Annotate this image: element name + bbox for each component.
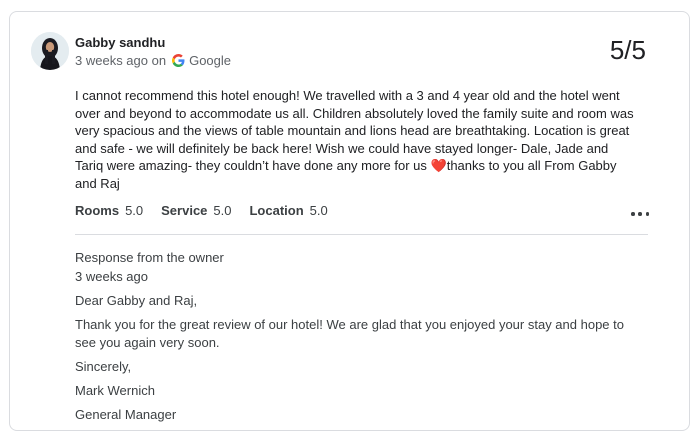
response-closing: Sincerely, — [75, 359, 132, 374]
subrating-location: Location 5.0 — [249, 203, 327, 218]
reviewer-avatar[interactable] — [31, 32, 69, 70]
more-options-button[interactable] — [631, 208, 649, 220]
review-time: 3 weeks ago on — [75, 53, 167, 68]
subrating-label: Location — [249, 203, 304, 218]
response-body: Thank you for the great review of our ho… — [75, 317, 624, 350]
review-source[interactable]: Google — [189, 53, 231, 68]
subrating-label: Service — [161, 203, 208, 218]
subrating-label: Rooms — [75, 203, 120, 218]
review-text: I cannot recommend this hotel enough! We… — [75, 87, 635, 192]
review-rating: 5/5 — [609, 35, 646, 65]
response-signer-name: Mark Wernich — [75, 383, 155, 398]
reviewer-name[interactable]: Gabby sandhu — [75, 35, 165, 50]
response-time: 3 weeks ago — [75, 269, 148, 284]
avatar-photo — [31, 32, 69, 70]
heart-icon: ❤️ — [430, 158, 447, 173]
review-card: Gabby sandhu 3 weeks ago on Google 5/5 I… — [9, 11, 690, 431]
owner-response: Response from the owner 3 weeks ago Dear… — [75, 249, 645, 430]
more-horizontal-icon — [645, 212, 649, 216]
more-horizontal-icon — [631, 212, 635, 216]
google-g-icon — [172, 54, 185, 67]
response-signer-title: General Manager — [75, 407, 177, 422]
subratings: Rooms 5.0 Service 5.0 Location 5.0 — [75, 203, 346, 218]
review-meta: 3 weeks ago on Google — [75, 53, 231, 68]
divider — [75, 234, 648, 235]
response-greeting: Dear Gabby and Raj, — [75, 293, 198, 308]
subrating-service: Service 5.0 — [161, 203, 231, 218]
subrating-value: 5.0 — [213, 203, 232, 218]
response-title: Response from the owner — [75, 250, 224, 265]
more-horizontal-icon — [638, 212, 642, 216]
subrating-rooms: Rooms 5.0 — [75, 203, 143, 218]
subrating-value: 5.0 — [309, 203, 328, 218]
subrating-value: 5.0 — [125, 203, 144, 218]
